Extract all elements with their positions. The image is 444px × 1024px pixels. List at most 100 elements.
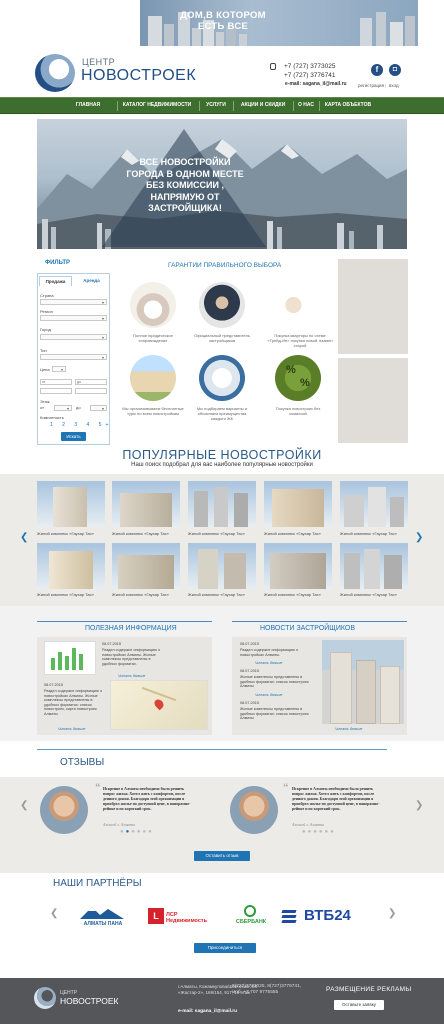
property-caption[interactable]: Жилой комплекс «Гаухар Тас»	[37, 531, 107, 536]
price-label: Цена	[40, 367, 50, 372]
partner-name: ВТБ24	[304, 907, 351, 924]
partner-almaty-logo[interactable]: АЛМАТЫ ПАНА	[78, 905, 128, 927]
property-caption[interactable]: Жилой комплекс «Гаухар Тас»	[112, 592, 182, 597]
reviews-next-icon[interactable]: ❯	[415, 800, 423, 811]
news-image[interactable]	[322, 640, 404, 724]
news-date-2: 08.07.2015	[240, 669, 260, 673]
useful-info-title: ПОЛЕЗНАЯ ИНФОРМАЦИЯ	[85, 625, 177, 632]
guarantee-text-6: Покупка новостроек без комиссий	[275, 406, 321, 416]
property-image[interactable]	[112, 481, 180, 527]
nav-item-home[interactable]: ГЛАВНАЯ	[70, 98, 106, 113]
chart-thumbnail[interactable]	[44, 641, 96, 675]
news-more-2[interactable]: Читать дальше	[255, 693, 282, 697]
carousel-prev-icon[interactable]: ❮	[20, 532, 28, 543]
review-dots[interactable]: ●●●●●●	[120, 829, 154, 835]
property-caption[interactable]: Жилой комплекс «Гаухар Тас»	[188, 592, 258, 597]
map-thumbnail[interactable]	[110, 680, 208, 730]
news-text-1: Раздел содержит информацию о новостройка…	[240, 648, 299, 657]
rooms-options[interactable]: 1 2 3 4 5+	[50, 422, 112, 428]
property-image[interactable]	[264, 543, 332, 589]
tab-sale[interactable]: Продажа	[39, 276, 72, 286]
logo-icon[interactable]	[35, 54, 75, 92]
login-link[interactable]: вход	[389, 83, 399, 88]
guarantee-text-2: Официальный представитель застройщиков	[194, 333, 250, 343]
partners-next-icon[interactable]: ❯	[388, 908, 396, 919]
currency-select[interactable]	[52, 366, 66, 372]
property-image[interactable]	[188, 543, 256, 589]
useful-text-1: Раздел содержит информацию о новостройка…	[102, 648, 161, 666]
register-link[interactable]: регистрация	[358, 83, 384, 88]
country-label: Страна	[40, 293, 54, 298]
nav-item-services[interactable]: УСЛУГИ	[200, 98, 232, 113]
property-caption[interactable]: Жилой комплекс «Гаухар Тас»	[112, 531, 182, 536]
nav-item-catalog[interactable]: КАТАЛОГ НЕДВИЖИМОСТИ	[118, 98, 196, 113]
carousel-next-icon[interactable]: ❯	[415, 532, 423, 543]
property-caption[interactable]: Жилой комплекс «Гаухар Тас»	[340, 592, 410, 597]
price-from-input-2[interactable]	[40, 388, 72, 394]
property-caption[interactable]: Жилой комплекс «Гаухар Тас»	[340, 531, 410, 536]
nav-item-promotions[interactable]: АКЦИИ И СКИДКИ	[234, 98, 292, 113]
property-image[interactable]	[264, 481, 332, 527]
partners-prev-icon[interactable]: ❮	[50, 908, 58, 919]
reviews-prev-icon[interactable]: ❮	[20, 800, 28, 811]
property-image[interactable]	[37, 543, 105, 589]
property-image[interactable]	[112, 543, 180, 589]
side-ad-top[interactable]	[338, 259, 408, 354]
logo-top-text: ЦЕНТР	[82, 57, 116, 67]
filter-title: ФИЛЬТР	[45, 260, 71, 266]
review-dots[interactable]: ●●●●●●	[302, 829, 336, 835]
floor-from-select[interactable]	[54, 405, 72, 411]
partners-title: НАШИ ПАРТНЁРЫ	[53, 878, 142, 889]
popular-subtitle: Наш поиск подобрал для вас наиболее попу…	[131, 462, 313, 468]
search-button[interactable]: Искать	[61, 432, 86, 441]
percent-glyph: %	[286, 364, 296, 376]
news-more-3[interactable]: Читать дальше	[335, 727, 362, 731]
rooms-label: Комнатность	[40, 415, 64, 420]
request-button[interactable]: Оставьте заявку	[334, 1000, 384, 1010]
price-from-input[interactable]: от	[40, 379, 72, 385]
property-caption[interactable]: Жилой комплекс «Гаухар Тас»	[37, 592, 107, 597]
news-date-1: 08.07.2015	[240, 642, 260, 646]
partner-lsr-logo[interactable]: L ЛСР Недвижимость	[148, 908, 218, 928]
footer-logo-main: НОВОСТРОЕК	[60, 996, 119, 1006]
main-nav: ГЛАВНАЯ КАТАЛОГ НЕДВИЖИМОСТИ УСЛУГИ АКЦИ…	[0, 97, 444, 114]
developer-news-title: НОВОСТИ ЗАСТРОЙЩИКОВ	[260, 625, 355, 632]
percent-icon: % %	[275, 355, 321, 401]
useful-more-2[interactable]: Читать дальше	[58, 727, 85, 731]
tab-rent[interactable]: Аренда	[75, 276, 108, 286]
phone-2: +7 (727) 3776741	[284, 72, 336, 79]
review-text: Искренне в Алматы необходимо было решить…	[103, 787, 191, 811]
guarantee-text-4: Мы организовываем бесплатные туры по все…	[122, 406, 184, 416]
divider	[232, 621, 407, 622]
partner-sber-logo[interactable]: СБЕРБАНК	[228, 905, 274, 929]
property-caption[interactable]: Жилой комплекс «Гаухар Тас»	[264, 592, 334, 597]
footer-logo-icon[interactable]	[34, 987, 56, 1009]
property-caption[interactable]: Жилой комплекс «Гаухар Тас»	[188, 531, 258, 536]
property-caption[interactable]: Жилой комплекс «Гаухар Тас»	[264, 531, 334, 536]
useful-more-1[interactable]: Читать дальше	[118, 674, 145, 678]
nav-item-about[interactable]: О НАС	[294, 98, 318, 113]
property-image[interactable]	[340, 481, 408, 527]
side-ad-bottom[interactable]	[338, 358, 408, 443]
price-to-input[interactable]: до	[75, 379, 107, 385]
reviewer-name: Алексей г. Алматы	[292, 822, 325, 827]
property-image[interactable]	[188, 481, 256, 527]
leave-review-button[interactable]: Оставить отзыв	[194, 851, 250, 861]
floor-from-label: от	[40, 405, 44, 410]
property-image[interactable]	[340, 543, 408, 589]
city-select[interactable]	[40, 334, 107, 340]
guarantee-text-3: Покупка квартиры по схеме «Трейд-Ин» пок…	[267, 333, 333, 348]
representative-icon	[199, 282, 245, 328]
news-more-1[interactable]: Читать дальше	[255, 661, 282, 665]
facebook-icon[interactable]: f	[371, 64, 383, 76]
nav-item-map[interactable]: КАРТА ОБЪЕКТОВ	[320, 98, 376, 113]
join-button[interactable]: Присоединиться	[194, 943, 256, 953]
type-select[interactable]	[40, 354, 107, 360]
partner-vtb-logo[interactable]: ВТБ24	[281, 906, 362, 928]
floor-to-select[interactable]	[90, 405, 107, 411]
price-to-input-2[interactable]	[75, 388, 107, 394]
country-select[interactable]	[40, 299, 107, 305]
instagram-icon[interactable]: ◘	[389, 64, 401, 76]
region-select[interactable]	[40, 315, 107, 321]
property-image[interactable]	[37, 481, 105, 527]
